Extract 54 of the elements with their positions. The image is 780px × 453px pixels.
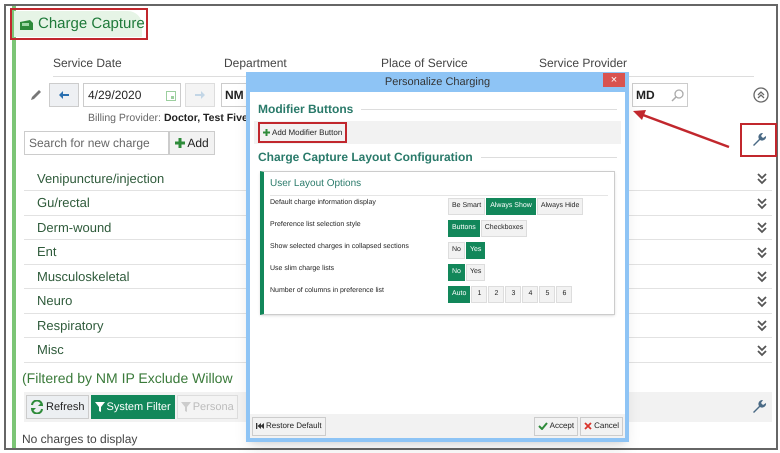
page-title: Charge Capture <box>38 14 145 34</box>
search-field[interactable]: Search for new charge <box>24 130 169 155</box>
column-header: Place of Service <box>381 55 469 72</box>
calendar-icon <box>166 90 176 100</box>
refresh-icon <box>30 400 44 414</box>
accept-button[interactable]: Accept <box>534 416 578 436</box>
x-icon <box>584 422 592 430</box>
left-arrow-icon <box>58 90 70 100</box>
expand-icon <box>756 196 768 210</box>
add-button[interactable]: Add <box>169 130 215 155</box>
expand-icon <box>756 172 768 185</box>
section-label: Respiratory <box>37 316 104 335</box>
options-title: User Layout Options <box>270 176 608 196</box>
previous-date-button[interactable] <box>49 83 79 107</box>
section-label: Neuro <box>37 292 72 310</box>
dialog-title: Personalize Charging <box>384 74 490 90</box>
provider-field[interactable]: MD <box>632 83 688 107</box>
plus-icon <box>263 129 270 136</box>
toolbar-button[interactable]: Refresh <box>26 394 89 419</box>
plus-icon <box>175 138 186 148</box>
empty-message: No charges to display <box>22 430 138 448</box>
filter-icon <box>180 402 191 412</box>
column-header: Service Provider <box>539 55 628 72</box>
date-field[interactable]: 4/29/2020 <box>83 83 181 107</box>
column-header: Department <box>224 55 288 72</box>
expand-icon <box>756 344 768 356</box>
filter-icon <box>94 402 105 412</box>
section-label: Misc <box>37 341 64 360</box>
checkmark-icon <box>538 422 548 430</box>
section-label: Venipuncture/injection <box>37 170 164 188</box>
expand-icon <box>756 319 768 332</box>
billing-provider-label: Billing Provider: <box>88 111 161 126</box>
close-button[interactable]: × <box>603 73 625 87</box>
column-header: Service Date <box>53 55 123 72</box>
cash-register-icon <box>18 17 34 31</box>
expand-icon <box>756 294 768 308</box>
cancel-button[interactable]: Cancel <box>580 416 623 436</box>
expand-icon <box>756 221 768 234</box>
filter-note: (Filtered by NM IP Exclude Willow <box>22 368 234 388</box>
restore-default-button[interactable]: Restore Default <box>252 416 326 436</box>
collapse-icon <box>753 87 769 103</box>
section-label: Derm-wound <box>37 218 112 237</box>
section-label: Musculoskeletal <box>37 268 130 286</box>
skip-back-icon <box>256 423 264 429</box>
section-heading: Modifier Buttons <box>258 101 354 118</box>
pencil-icon <box>30 89 42 101</box>
expand-icon <box>756 246 768 258</box>
expand-icon <box>756 270 768 283</box>
toolbar-button[interactable]: System Filter <box>90 394 175 419</box>
section-label: Gu/rectal <box>37 194 90 212</box>
right-arrow-icon <box>194 90 206 100</box>
section-label: Ent <box>37 243 57 262</box>
search-icon <box>671 88 684 102</box>
section-heading: Charge Capture Layout Configuration <box>258 149 473 166</box>
